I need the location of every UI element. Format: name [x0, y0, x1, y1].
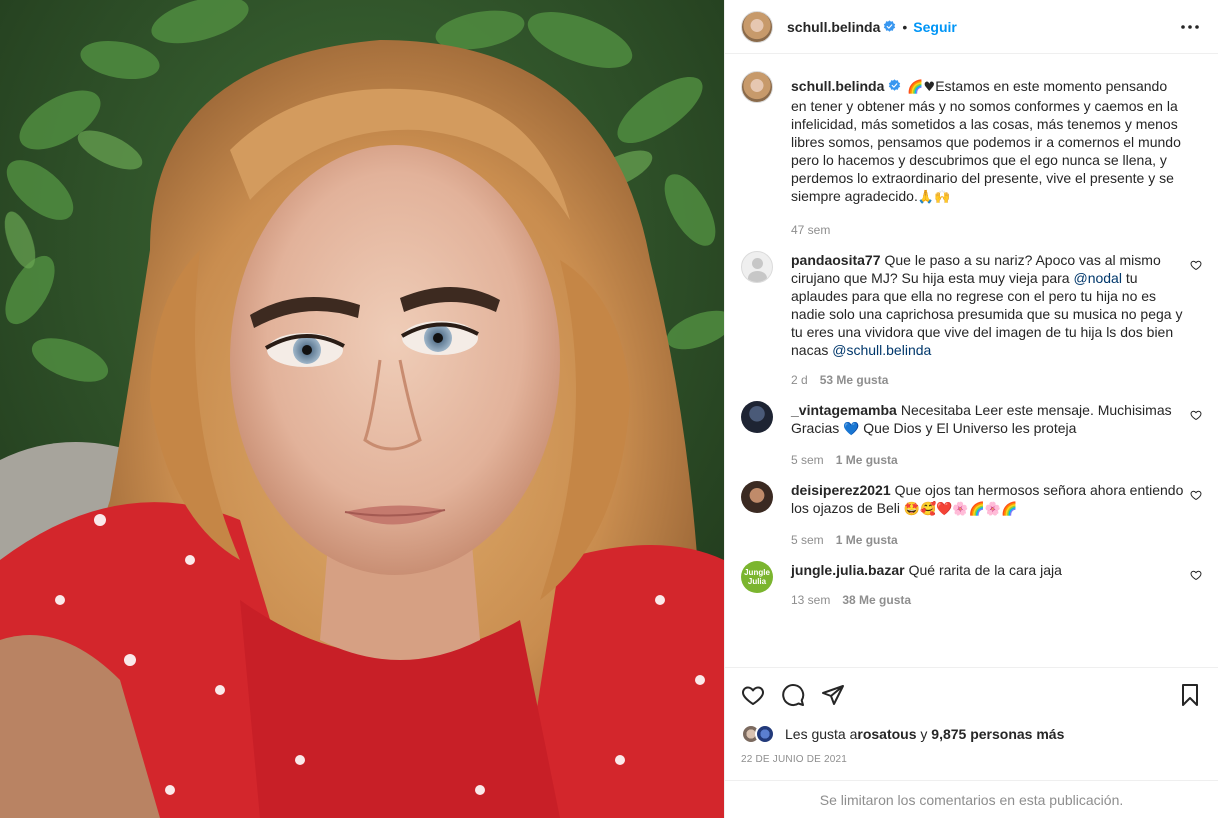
- bookmark-icon[interactable]: [1178, 683, 1202, 707]
- instagram-post: schull.belinda • Seguir schull.belinda 🌈♥…: [0, 0, 1218, 818]
- comment-avatar[interactable]: Jungle Julia: [741, 561, 773, 593]
- caption-meta: 47 sem: [791, 223, 1184, 237]
- post-date[interactable]: 22 DE JUNIO DE 2021: [741, 754, 1202, 765]
- more-icon: [1181, 24, 1199, 29]
- post-photo[interactable]: [0, 0, 724, 818]
- caption-trailing-emoji: 🙏🙌: [917, 190, 951, 205]
- comment-like-heart-icon[interactable]: [1190, 569, 1202, 581]
- comment-likes[interactable]: 1 Me gusta: [836, 533, 898, 547]
- comment-item: deisiperez2021 Que ojos tan hermosos seño…: [741, 481, 1202, 561]
- comment-meta: 13 sem 38 Me gusta: [791, 593, 1184, 607]
- comment-time[interactable]: 5 sem: [791, 533, 824, 547]
- comment-text: pandaosita77 Que le paso a su nariz? Apoc…: [791, 251, 1184, 359]
- caption-username[interactable]: schull.belinda: [791, 78, 884, 94]
- likes-prefix: Les gusta a: [785, 726, 858, 742]
- comment-icon[interactable]: [781, 683, 805, 707]
- comment-emoji: 🤩🥰❤️🌸🌈🌸🌈: [903, 502, 1018, 517]
- liker-avatar: [755, 724, 775, 744]
- author-avatar[interactable]: [741, 10, 773, 43]
- comment-avatar[interactable]: [741, 401, 773, 433]
- comment-meta: 5 sem 1 Me gusta: [791, 453, 1184, 467]
- comment-time[interactable]: 2 d: [791, 373, 808, 387]
- verified-icon: [889, 79, 901, 91]
- comment-like-heart-icon[interactable]: [1190, 489, 1202, 501]
- comment-emoji: 💙: [843, 422, 860, 437]
- comment-text: jungle.julia.bazar Qué rarita de la cara …: [791, 561, 1184, 579]
- comment-like-heart-icon[interactable]: [1190, 259, 1202, 271]
- comment-body: Que Dios y El Universo les proteja: [859, 420, 1077, 436]
- comment-username[interactable]: pandaosita77: [791, 252, 880, 268]
- caption-body: Estamos en este momento pensando en tene…: [791, 78, 1181, 204]
- comment-avatar[interactable]: [741, 481, 773, 513]
- post-side-panel: schull.belinda • Seguir schull.belinda 🌈♥…: [724, 0, 1218, 818]
- action-icons: [741, 682, 1202, 708]
- comment-meta: 2 d 53 Me gusta: [791, 373, 1184, 387]
- comment-item: Jungle Julia jungle.julia.bazar Qué rarit…: [741, 561, 1202, 621]
- liker-avatars: [741, 724, 777, 744]
- heart-icon[interactable]: [741, 683, 765, 707]
- avatar-logo-text: Jungle Julia: [744, 568, 770, 586]
- likes-summary: Les gusta a rosatous y 9,875 personas má…: [741, 724, 1202, 744]
- mention-link[interactable]: @schull.belinda: [832, 342, 931, 358]
- comment-username[interactable]: jungle.julia.bazar: [791, 562, 905, 578]
- share-icon[interactable]: [821, 683, 845, 707]
- comment-likes[interactable]: 1 Me gusta: [836, 453, 898, 467]
- likes-count[interactable]: 9,875 personas más: [931, 726, 1064, 742]
- likes-middle: y: [916, 726, 932, 742]
- comment-item: _vintagemamba Necesitaba Leer este mensaj…: [741, 401, 1202, 481]
- more-options-button[interactable]: [1178, 15, 1202, 39]
- comment-meta: 5 sem 1 Me gusta: [791, 533, 1184, 547]
- comment-username[interactable]: deisiperez2021: [791, 482, 891, 498]
- comment-avatar[interactable]: [741, 251, 773, 283]
- comments-limited-notice: Se limitaron los comentarios en esta pub…: [725, 780, 1218, 818]
- post-header: schull.belinda • Seguir: [725, 0, 1218, 54]
- comment-time[interactable]: 13 sem: [791, 593, 830, 607]
- comment-text: deisiperez2021 Que ojos tan hermosos seño…: [791, 481, 1184, 519]
- mention-link[interactable]: @nodal: [1073, 270, 1121, 286]
- caption: schull.belinda 🌈♥Estamos en este momento …: [741, 71, 1202, 251]
- comment-like-heart-icon[interactable]: [1190, 409, 1202, 421]
- comment-username[interactable]: _vintagemamba: [791, 402, 897, 418]
- follow-button[interactable]: Seguir: [913, 19, 957, 35]
- caption-text: schull.belinda 🌈♥Estamos en este momento …: [791, 77, 1184, 207]
- caption-emoji: 🌈♥: [907, 80, 936, 95]
- author-username[interactable]: schull.belinda: [787, 19, 880, 35]
- caption-avatar[interactable]: [741, 71, 773, 103]
- verified-icon: [884, 20, 896, 32]
- separator-dot: •: [902, 18, 908, 35]
- selfie-image: [0, 0, 724, 818]
- comment-body: Qué rarita de la cara jaja: [908, 562, 1062, 578]
- post-actions: Les gusta a rosatous y 9,875 personas má…: [725, 667, 1218, 765]
- comments-list[interactable]: schull.belinda 🌈♥Estamos en este momento …: [725, 55, 1218, 667]
- likes-user[interactable]: rosatous: [857, 726, 916, 742]
- comment-item: pandaosita77 Que le paso a su nariz? Apoc…: [741, 251, 1202, 401]
- comment-likes[interactable]: 53 Me gusta: [820, 373, 889, 387]
- comment-time[interactable]: 5 sem: [791, 453, 824, 467]
- comment-likes[interactable]: 38 Me gusta: [842, 593, 911, 607]
- comment-text: _vintagemamba Necesitaba Leer este mensaj…: [791, 401, 1184, 439]
- caption-time[interactable]: 47 sem: [791, 223, 830, 237]
